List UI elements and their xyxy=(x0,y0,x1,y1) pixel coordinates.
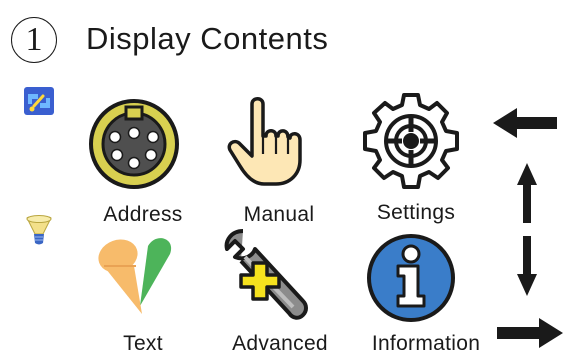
settings-button[interactable] xyxy=(362,92,460,190)
text-button[interactable] xyxy=(96,226,180,318)
dmx-connector-icon xyxy=(88,97,180,191)
settings-label: Settings xyxy=(376,201,456,224)
manual-button[interactable] xyxy=(226,94,306,188)
back-arrow-button[interactable] xyxy=(493,108,559,138)
hand-pointer-icon xyxy=(226,94,306,188)
up-arrow-button[interactable] xyxy=(517,163,537,223)
info-icon xyxy=(364,232,458,324)
bulb-icon xyxy=(23,214,55,248)
gear-icon xyxy=(362,92,460,190)
page-title: Display Contents xyxy=(86,21,329,56)
enter-arrow-icon xyxy=(497,318,563,348)
down-arrow-icon xyxy=(517,236,537,296)
ice-cream-icon xyxy=(96,226,180,318)
information-label: Information xyxy=(371,332,481,355)
address-button[interactable] xyxy=(88,97,180,191)
advanced-button[interactable] xyxy=(223,227,315,320)
information-button[interactable] xyxy=(364,232,458,324)
manual-label: Manual xyxy=(243,203,315,226)
step-number: 1 xyxy=(25,21,43,58)
wrench-plus-icon xyxy=(223,227,315,320)
address-label: Address xyxy=(103,203,183,226)
blue-link-icon xyxy=(23,86,55,116)
advanced-label: Advanced xyxy=(232,332,328,355)
text-label: Text xyxy=(123,332,163,355)
down-arrow-button[interactable] xyxy=(517,236,537,296)
back-arrow-icon xyxy=(493,108,559,138)
step-number-circle: 1 xyxy=(11,17,57,63)
up-arrow-icon xyxy=(517,163,537,223)
enter-arrow-button[interactable] xyxy=(497,318,563,348)
